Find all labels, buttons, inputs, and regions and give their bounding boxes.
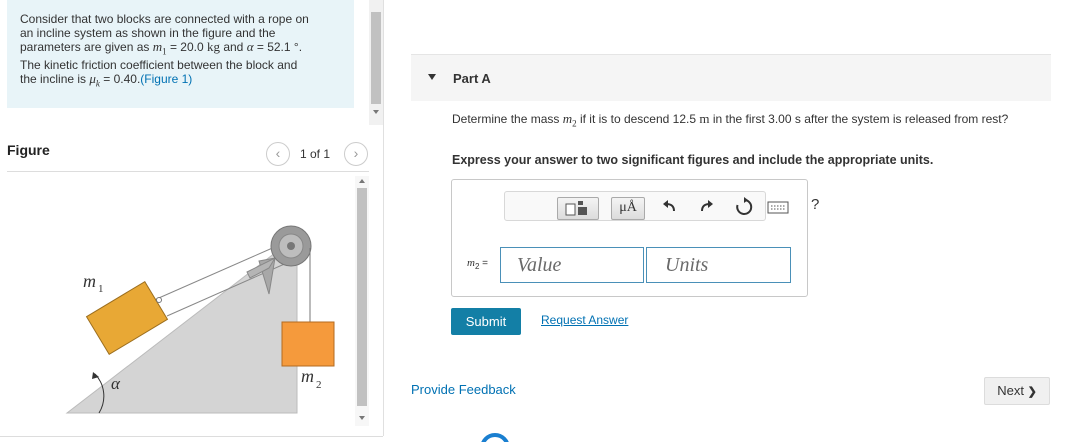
reset-icon[interactable] (733, 196, 755, 218)
units-input[interactable]: Units (646, 247, 791, 283)
m1-equals: = 20.0 (166, 40, 207, 54)
unit-meters: m (699, 111, 710, 126)
chevron-right-icon: ❯ (1027, 386, 1037, 398)
mu-equals: = 0.40. (99, 72, 141, 87)
rope-knot (156, 297, 162, 303)
problem-line-1: Consider that two blocks are connected w… (20, 12, 309, 26)
problem-text: parameters are given as (20, 40, 153, 54)
next-button[interactable]: Next ❯ (984, 377, 1050, 405)
figure-link[interactable]: (Figure 1) (140, 72, 192, 87)
keyboard-icon[interactable] (767, 196, 789, 218)
problem-line-4: The kinetic friction coefficient between… (20, 57, 298, 72)
next-label: Next (997, 383, 1024, 398)
redo-icon[interactable] (695, 196, 717, 218)
bottom-divider (0, 436, 383, 437)
m2-label: m (301, 366, 314, 386)
question-suffix: in the first 3.00 s after the system is … (709, 112, 1009, 126)
figure-scrollbar-thumb[interactable] (357, 188, 367, 406)
var-equals: = (479, 258, 489, 269)
problem-line-2: an incline system as shown in the figure… (20, 25, 276, 40)
answer-toolbar: μÅ ? (504, 191, 819, 221)
units-button[interactable]: μÅ (611, 197, 645, 220)
provide-feedback-link[interactable]: Provide Feedback (411, 382, 516, 397)
block-m2 (281, 321, 335, 367)
alpha-symbol: α (246, 39, 254, 54)
help-bubble-icon[interactable] (480, 433, 510, 442)
undo-icon[interactable] (659, 196, 681, 218)
value-input[interactable]: Value (500, 247, 644, 283)
m1-unit: kg (207, 39, 220, 54)
figure-scrollbar[interactable] (355, 176, 369, 426)
figure-scroll-down-icon[interactable] (359, 416, 365, 420)
alpha-equals: = 52.1 °. (253, 40, 303, 54)
incline-figure: m 1 α m 2 (65, 225, 335, 414)
problem-line-5: the incline is μk = 0.40.(Figure 1) (20, 72, 342, 91)
m2-label-sub: 2 (316, 379, 322, 391)
alpha-label: α (111, 374, 121, 393)
figure-prev-button[interactable]: ‹ (266, 142, 290, 166)
problem-text-5: the incline is (20, 72, 90, 87)
question-prefix: Determine the mass (452, 112, 563, 126)
m1-label: m (83, 271, 96, 291)
m2-symbol: m (562, 111, 573, 126)
answer-box: μÅ ? m2 = Value Units (451, 179, 819, 297)
figure-title: Figure (7, 142, 50, 158)
part-a-header[interactable]: Part A (411, 55, 1051, 101)
collapse-caret-icon[interactable] (428, 74, 436, 80)
template-button[interactable] (557, 197, 599, 220)
m1-symbol: m (152, 39, 163, 54)
var-symbol: m (467, 257, 475, 269)
variable-label: m2 = (467, 257, 488, 271)
m1-label-sub: 1 (98, 283, 104, 295)
problem-statement: Consider that two blocks are connected w… (7, 0, 354, 108)
part-title: Part A (453, 71, 491, 86)
question-mid: if it is to descend 12.5 (576, 112, 700, 126)
panel-divider (383, 0, 384, 436)
problem-line-3: parameters are given as m1 = 20.0 kg and… (20, 40, 342, 59)
pulley-axle (287, 242, 295, 250)
scroll-down-arrow-icon[interactable] (373, 110, 379, 114)
question-text: Determine the mass m2 if it is to descen… (452, 111, 1042, 131)
figure-divider (7, 171, 369, 172)
figure-count: 1 of 1 (300, 147, 331, 161)
template-icon (565, 201, 587, 216)
request-answer-link[interactable]: Request Answer (541, 313, 628, 327)
help-button[interactable]: ? (811, 196, 819, 213)
submit-button[interactable]: Submit (451, 308, 521, 335)
problem-and: and (220, 40, 247, 54)
figure-next-button[interactable]: › (344, 142, 368, 166)
figure-scroll-up-icon[interactable] (359, 179, 365, 183)
answer-instruction: Express your answer to two significant f… (452, 153, 934, 167)
problem-scrollbar[interactable] (369, 0, 383, 125)
problem-scrollbar-thumb[interactable] (371, 12, 381, 104)
